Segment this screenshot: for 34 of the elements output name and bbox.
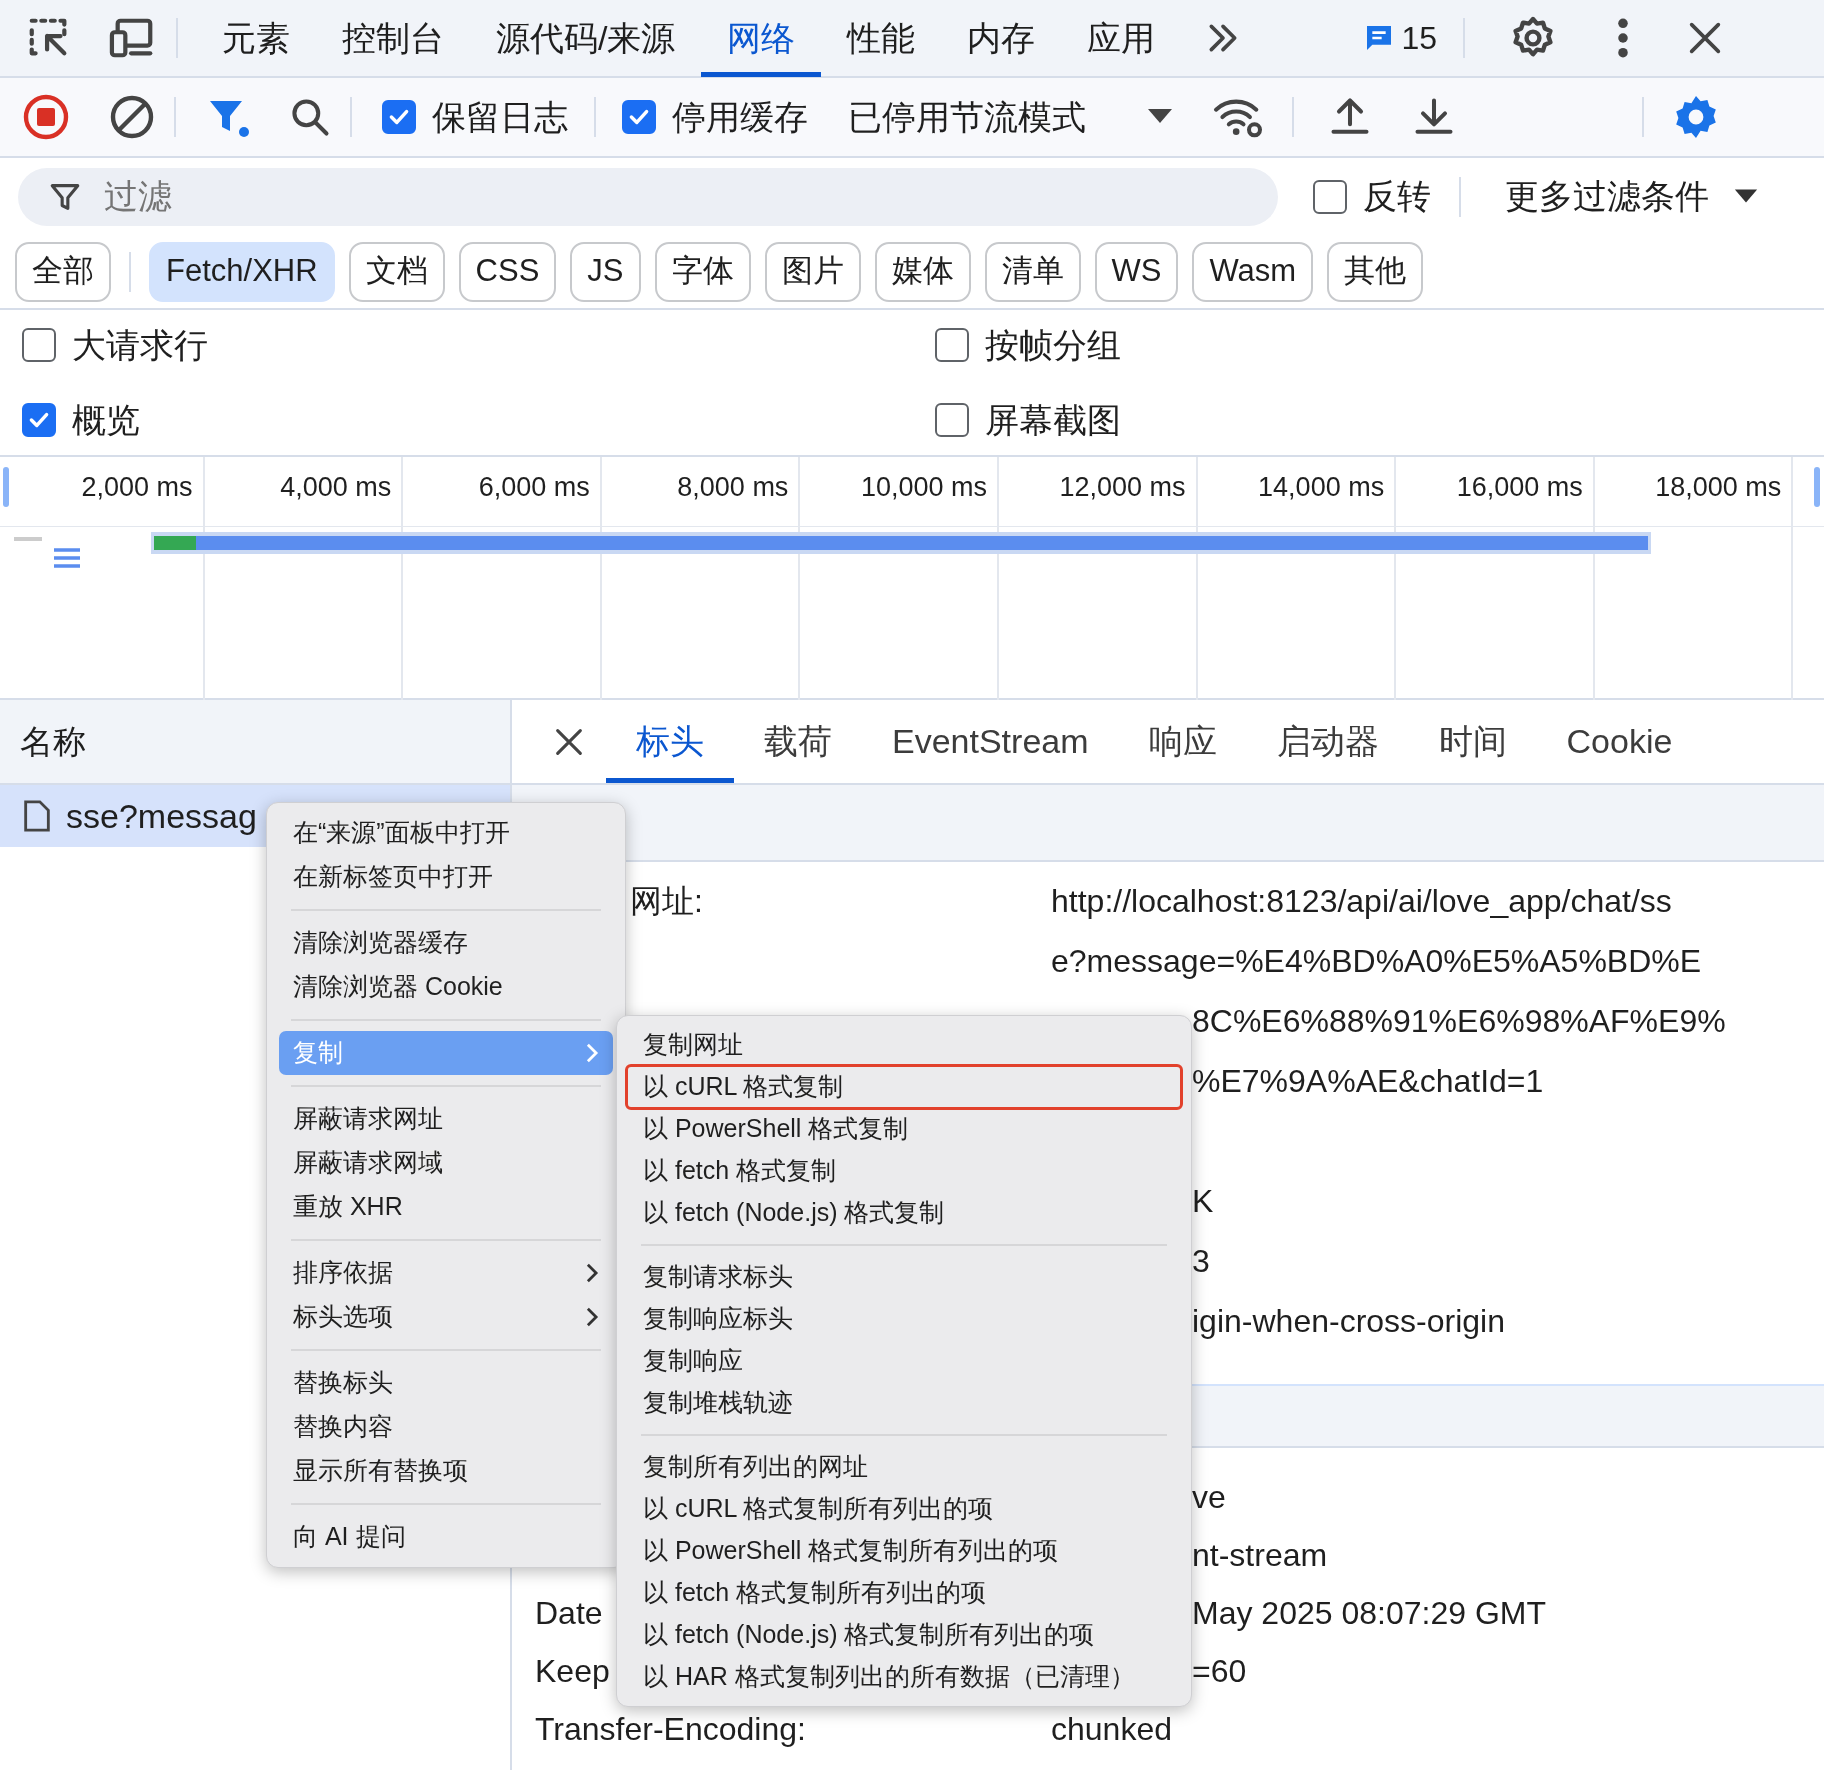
tick-label: 18,000 ms (1655, 472, 1782, 502)
checkbox-label: 屏幕截图 (985, 399, 1121, 441)
header-label: Transfer-Encoding: (535, 1710, 806, 1749)
tick-label: 10,000 ms (860, 472, 987, 502)
header-label: 网址: (630, 882, 703, 921)
tick-label: 14,000 ms (1258, 472, 1385, 502)
header-value: nt-stream (1192, 1536, 1328, 1575)
column-header: 名称 (20, 721, 86, 762)
header-value: e?message=%E4%BD%A0%E5%A5%BD%E (1051, 942, 1702, 981)
header-value: igin-when-cross-origin (1192, 1302, 1505, 1341)
request-name: sse?messag (66, 795, 257, 837)
header-value: chunked (1051, 1710, 1172, 1749)
checkbox-label: 概览 (72, 399, 140, 441)
tick-label: 16,000 ms (1456, 472, 1583, 502)
checkbox-label: 反转 (1363, 176, 1431, 217)
checkbox-label: 按帧分组 (985, 324, 1121, 366)
tick-label: 2,000 ms (81, 472, 193, 502)
header-value: 3 (1192, 1242, 1210, 1281)
header-label: Keep (535, 1652, 610, 1691)
tick-label: 4,000 ms (280, 472, 392, 502)
header-value: %E7%9A%AE&chatId=1 (1192, 1062, 1544, 1101)
tick-label: 12,000 ms (1059, 472, 1186, 502)
header-value: http://localhost:8123/api/ai/love_app/chat/ss (1051, 882, 1672, 921)
tick-label: 8,000 ms (677, 472, 789, 502)
header-value: =60 (1192, 1652, 1247, 1691)
header-label: Date (535, 1594, 603, 1633)
header-value: ve (1192, 1478, 1226, 1517)
header-value: K (1192, 1182, 1214, 1221)
header-value: May 2025 08:07:29 GMT (1192, 1594, 1546, 1633)
checkbox-label: 保留日志 (432, 96, 568, 138)
checkbox-label: 停用缓存 (672, 96, 808, 138)
header-value: 8C%E6%88%91%E6%98%AF%E9% (1192, 1002, 1726, 1041)
tick-label: 6,000 ms (478, 472, 590, 502)
checkbox-label: 大请求行 (72, 324, 208, 366)
